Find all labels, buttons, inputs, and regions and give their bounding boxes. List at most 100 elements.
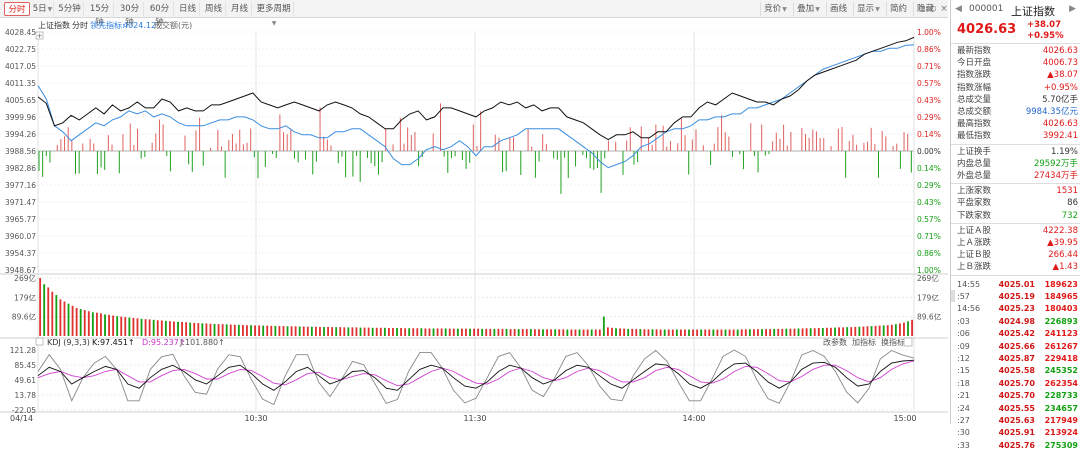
tick-price: 4025.70 — [998, 378, 1035, 388]
quote-row-value: ▲39.95 — [1047, 238, 1078, 248]
tick-volume: 189623 — [1044, 279, 1078, 289]
volume-bar — [444, 328, 447, 336]
volume-bar — [542, 329, 544, 336]
volume-label: 成交额(元) — [154, 20, 192, 30]
volume-bar — [379, 327, 382, 336]
period-tab[interactable]: 15分钟 — [86, 2, 114, 28]
price-tick-label: 3971.47 — [5, 198, 36, 207]
ticks-scroll-handle[interactable] — [951, 290, 955, 302]
collapse-icon[interactable]: ▫ — [929, 3, 937, 15]
tool-button[interactable]: 显示▼ — [853, 2, 883, 16]
forward-arrow-icon[interactable]: ▶ — [1069, 4, 1076, 14]
time-axis-label: 11:30 — [463, 414, 486, 423]
volume-bar — [440, 328, 443, 336]
intraday-chart[interactable]: 4028.45 4022.75 4017.05 4011.35 4005.65 3999.… — [0, 18, 948, 424]
volume-bar — [347, 327, 350, 336]
tick-volume: 262354 — [1044, 378, 1078, 388]
minimize-icon[interactable]: ▫ — [917, 3, 925, 15]
volume-bar — [570, 329, 573, 336]
volume-bar — [254, 325, 256, 336]
volume-bar — [424, 328, 427, 336]
percent-tick-label: 0.71% — [917, 62, 941, 71]
close-icon[interactable]: × — [940, 3, 948, 15]
period-tab[interactable]: 日线 — [176, 2, 200, 16]
tool-button[interactable]: 画线 — [826, 2, 850, 16]
period-tab[interactable]: 30分钟 — [116, 2, 144, 28]
price-tick-label: 4005.65 — [5, 96, 36, 105]
volume-bar — [732, 329, 735, 336]
period-tab[interactable]: 5日▼ — [32, 2, 54, 16]
volume-bar — [866, 326, 869, 336]
kdj-edit-params-button[interactable]: 改参数 — [823, 337, 847, 347]
tick-time: :24 — [957, 403, 970, 413]
quote-row-label: 上Ｂ涨跌 — [957, 262, 992, 273]
period-tab[interactable]: 周线 — [202, 2, 226, 16]
back-arrow-icon[interactable]: ◀ — [955, 4, 962, 14]
volume-bar — [205, 323, 208, 336]
volume-bar — [684, 329, 686, 336]
volume-bar — [302, 326, 305, 336]
volume-bar — [538, 329, 540, 336]
period-tab[interactable]: 更多周期▼ — [254, 2, 294, 27]
tick-price: 4025.19 — [998, 292, 1035, 301]
volume-bar — [128, 317, 131, 336]
volume-bar — [396, 328, 398, 336]
volume-bar — [420, 328, 423, 336]
volume-bar — [744, 329, 747, 336]
quote-row-label: 总成交量 — [957, 94, 992, 105]
volume-bar — [907, 321, 909, 336]
quote-code: 000001 — [969, 4, 1004, 14]
volume-bar — [594, 329, 597, 336]
price-axis: 4028.45 4022.75 4017.05 4011.35 4005.65 3999.… — [5, 28, 37, 415]
volume-bar — [286, 326, 289, 336]
volume-bar — [160, 320, 163, 336]
chart-mode: 分时 — [72, 20, 88, 30]
tick-price: 4025.66 — [998, 341, 1035, 351]
tick-volume: 217949 — [1044, 416, 1078, 425]
tick-time: :33 — [957, 440, 970, 450]
period-tab[interactable]: 5分钟 — [56, 2, 84, 16]
volume-bar — [452, 328, 455, 336]
lead-indicator-label: 领先指标: — [90, 20, 125, 30]
volume-bar — [314, 326, 317, 336]
tick-volume: 180403 — [1044, 304, 1078, 314]
kdj-tick-label: 85.45 — [15, 361, 37, 370]
volume-bar — [602, 316, 605, 336]
period-tab[interactable]: 月线 — [228, 2, 252, 16]
volume-bar — [148, 319, 151, 336]
volume-bar — [858, 326, 861, 336]
tool-button[interactable]: 竞价▼ — [760, 2, 790, 16]
kdj-toggle-icon[interactable] — [35, 337, 44, 346]
period-tab[interactable]: 分时 — [4, 2, 30, 16]
volume-bar — [465, 328, 467, 336]
kdj-switch-indicator-button[interactable]: 换指标 — [881, 337, 905, 347]
tick-row: 14:56 4025.23 180403 — [951, 303, 1080, 315]
percent-tick-label: 0.71% — [917, 232, 941, 241]
volume-bar — [834, 327, 836, 336]
volume-bar — [387, 328, 390, 336]
tick-time: :03 — [957, 316, 970, 326]
quote-row-value: +0.95% — [1043, 82, 1078, 93]
tool-button[interactable]: 叠加▼ — [793, 2, 823, 16]
volume-bar — [383, 327, 386, 336]
volume-tick-label-right: 269亿 — [917, 273, 939, 283]
tick-volume: 229418 — [1044, 354, 1078, 363]
volume-bar — [752, 329, 755, 336]
volume-bar — [469, 328, 471, 336]
volume-bar — [513, 329, 516, 336]
volume-bar — [623, 328, 626, 336]
kdj-close-icon[interactable] — [903, 337, 913, 347]
tick-volume: 226893 — [1044, 316, 1078, 326]
tool-button[interactable]: 简约 — [886, 2, 910, 16]
tick-volume: 184965 — [1044, 292, 1078, 301]
volume-bar — [189, 322, 192, 336]
price-tick-label: 3999.96 — [5, 113, 36, 122]
volume-bar — [546, 329, 548, 336]
volume-bar — [473, 328, 475, 336]
period-tab[interactable]: 60分钟 — [146, 2, 174, 28]
quote-price: 4026.63 — [957, 22, 1017, 37]
volume-bar — [805, 328, 808, 336]
kdj-title: KDJ (9,3,3) — [47, 338, 90, 347]
kdj-add-indicator-button[interactable]: 加指标 — [852, 337, 876, 347]
volume-bar — [655, 329, 658, 336]
